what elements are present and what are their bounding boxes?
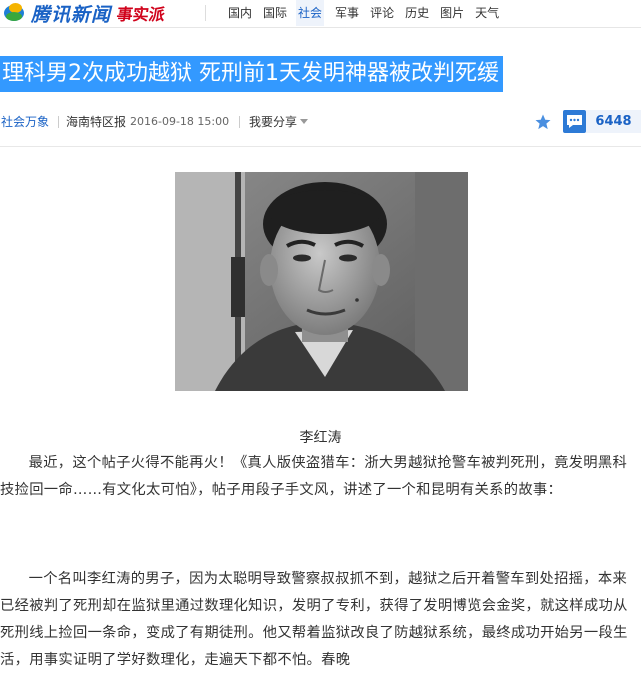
share-dropdown[interactable]: 我要分享 (249, 111, 309, 133)
top-navbar: 腾讯新闻 事实派 国内 国际 社会 军事 评论 历史 图片 天气 (0, 0, 641, 28)
article-headline: 理科男2次成功越狱 死刑前1天发明神器被改判死缓 (0, 56, 503, 92)
site-logo[interactable]: 腾讯新闻 事实派 (2, 1, 166, 26)
channel-nav: 国内 国际 社会 军事 评论 历史 图片 天气 (228, 0, 510, 26)
sub-logo[interactable]: 事实派 (115, 1, 166, 25)
nav-item-international[interactable]: 国际 (263, 0, 287, 26)
publish-time: 2016-09-18 15:00 (130, 115, 230, 128)
portrait-image (175, 172, 468, 391)
category-link[interactable]: 社会万象 (1, 111, 49, 133)
divider (205, 5, 206, 21)
divider (239, 116, 240, 128)
nav-item-weather[interactable]: 天气 (475, 0, 499, 26)
article-paragraph: 一个名叫李红涛的男子，因为太聪明导致警察叔叔抓不到，越狱之后开着警车到处招摇，本… (0, 571, 628, 668)
logo-text: 腾讯新闻 (31, 3, 112, 26)
article-paragraph: 最近，这个帖子火得不能再火！《真人版侠盗猎车：浙大男越狱抢警车被判死刑，竟发明黑… (0, 455, 628, 498)
comment-button[interactable] (563, 110, 586, 133)
comment-count[interactable]: 6448 (586, 110, 641, 133)
nav-item-domestic[interactable]: 国内 (228, 0, 252, 26)
share-label: 我要分享 (249, 115, 298, 129)
comment-icon (567, 115, 582, 128)
divider (0, 146, 641, 147)
image-caption: 李红涛 (299, 430, 342, 446)
logo-icon (2, 2, 28, 24)
nav-item-military[interactable]: 军事 (335, 0, 359, 26)
article-photo (175, 172, 468, 391)
nav-item-society[interactable]: 社会 (296, 0, 325, 26)
nav-item-photos[interactable]: 图片 (440, 0, 464, 26)
source-label: 海南特区报 (66, 115, 127, 129)
divider (58, 116, 59, 128)
nav-item-history[interactable]: 历史 (405, 0, 429, 26)
nav-item-comment[interactable]: 评论 (370, 0, 394, 26)
caret-down-icon (300, 119, 309, 124)
star-icon[interactable] (534, 113, 552, 131)
